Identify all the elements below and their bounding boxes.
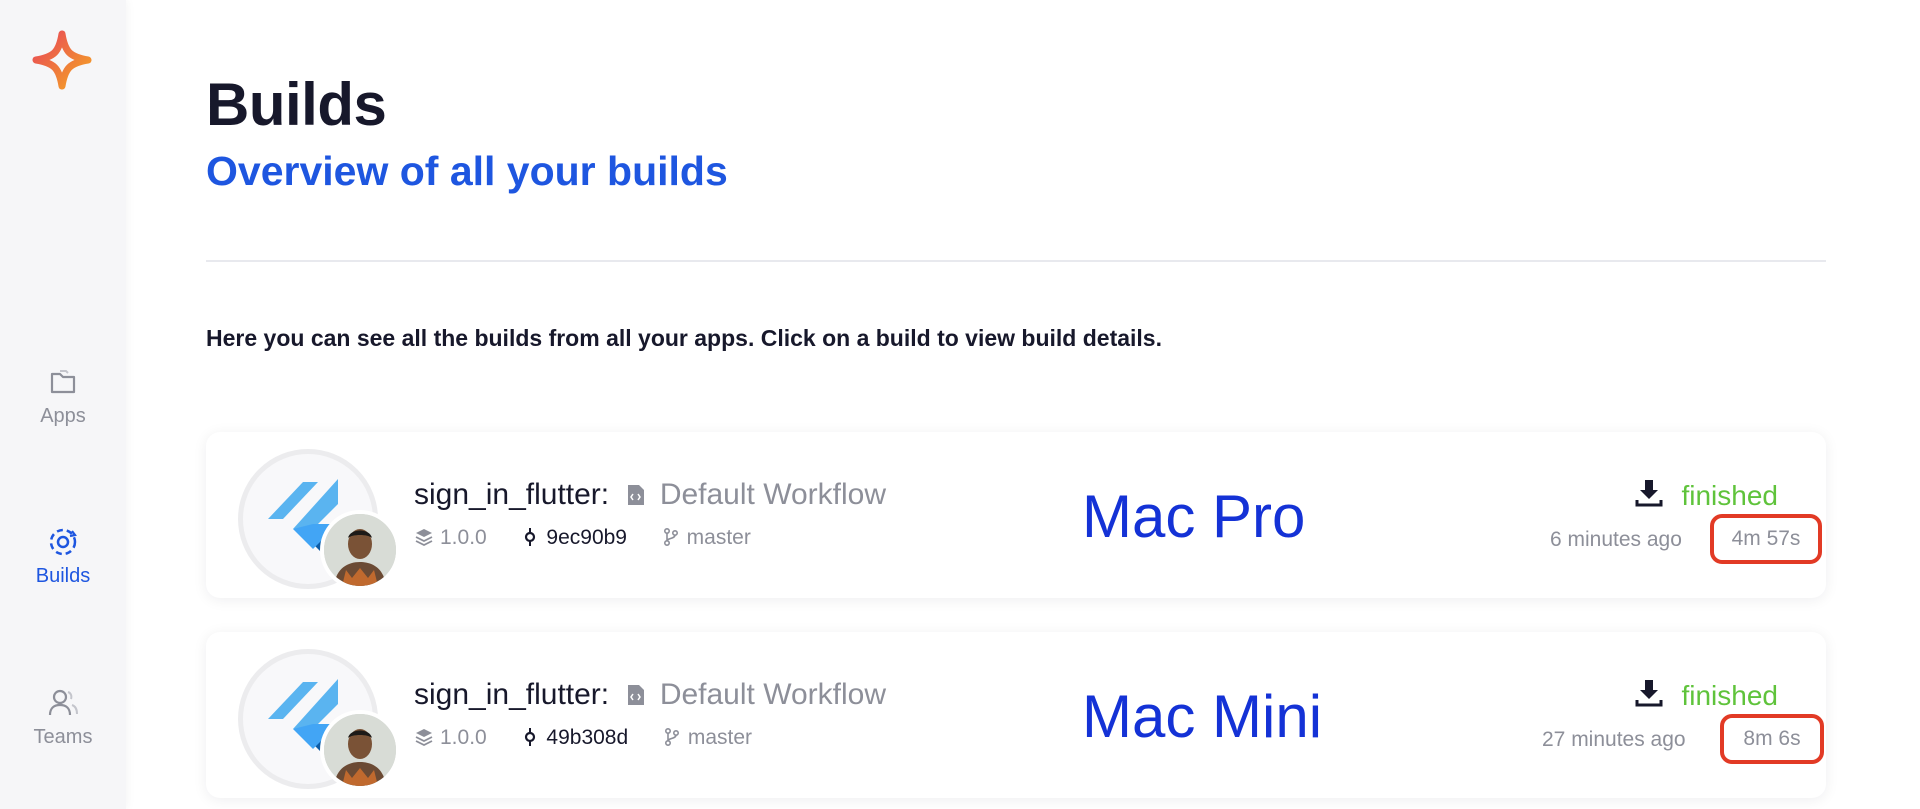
download-icon[interactable] bbox=[1634, 678, 1664, 708]
build-card[interactable]: sign_in_flutter: Default Workflow 1.0.0 … bbox=[206, 632, 1826, 798]
commit-icon bbox=[525, 528, 536, 546]
build-version: 1.0.0 bbox=[440, 726, 487, 749]
intro-text: Here you can see all the builds from all… bbox=[206, 325, 1162, 351]
sidebar-item-label: Builds bbox=[35, 565, 91, 587]
status-badge: finished bbox=[1681, 480, 1778, 511]
divider bbox=[206, 260, 1826, 262]
sidebar-item-teams[interactable]: Teams bbox=[0, 686, 126, 749]
codemagic-logo[interactable] bbox=[32, 30, 92, 90]
commit-icon bbox=[525, 728, 536, 746]
user-avatar bbox=[320, 710, 400, 790]
build-title: sign_in_flutter: Default Workflow bbox=[414, 478, 886, 512]
page-subtitle: Overview of all your builds bbox=[206, 148, 728, 194]
sidebar-item-apps[interactable]: Apps bbox=[0, 365, 126, 428]
build-time-ago: 27 minutes ago bbox=[1542, 728, 1686, 751]
sidebar: Apps Builds Teams bbox=[0, 0, 126, 809]
machine-label: Mac Mini bbox=[1082, 683, 1323, 750]
build-meta: 1.0.0 9ec90b9 master bbox=[414, 526, 751, 550]
build-duration: 8m 6s bbox=[1720, 714, 1824, 764]
branch-name: master bbox=[687, 726, 753, 749]
branch-icon bbox=[663, 527, 678, 547]
page-title: Builds bbox=[206, 71, 387, 138]
build-title: sign_in_flutter: Default Workflow bbox=[414, 678, 886, 712]
sidebar-item-label: Apps bbox=[40, 405, 86, 427]
commit-hash[interactable]: 49b308d bbox=[546, 726, 628, 749]
build-meta: 1.0.0 49b308d master bbox=[414, 726, 752, 750]
build-duration: 4m 57s bbox=[1710, 514, 1822, 564]
layers-icon bbox=[415, 529, 433, 547]
build-version: 1.0.0 bbox=[440, 526, 487, 549]
users-icon bbox=[48, 689, 78, 716]
folder-icon bbox=[50, 370, 76, 394]
workflow-file-icon bbox=[628, 685, 645, 705]
sidebar-item-label: Teams bbox=[33, 726, 93, 748]
layers-icon bbox=[415, 729, 433, 747]
build-time-ago: 6 minutes ago bbox=[1550, 528, 1682, 551]
builds-icon bbox=[49, 528, 77, 556]
sidebar-item-builds[interactable]: Builds bbox=[0, 525, 126, 588]
user-avatar bbox=[320, 510, 400, 590]
machine-label: Mac Pro bbox=[1082, 483, 1306, 550]
workflow-file-icon bbox=[628, 485, 645, 505]
app-name: sign_in_flutter: bbox=[414, 478, 610, 511]
status-badge: finished bbox=[1681, 680, 1778, 711]
build-card[interactable]: sign_in_flutter: Default Workflow 1.0.0 … bbox=[206, 432, 1826, 598]
branch-icon bbox=[664, 727, 679, 747]
app-name: sign_in_flutter: bbox=[414, 678, 610, 711]
workflow-name: Default Workflow bbox=[659, 478, 886, 511]
branch-name: master bbox=[686, 526, 751, 549]
download-icon[interactable] bbox=[1634, 478, 1664, 508]
workflow-name: Default Workflow bbox=[659, 678, 886, 711]
commit-hash[interactable]: 9ec90b9 bbox=[546, 526, 627, 549]
